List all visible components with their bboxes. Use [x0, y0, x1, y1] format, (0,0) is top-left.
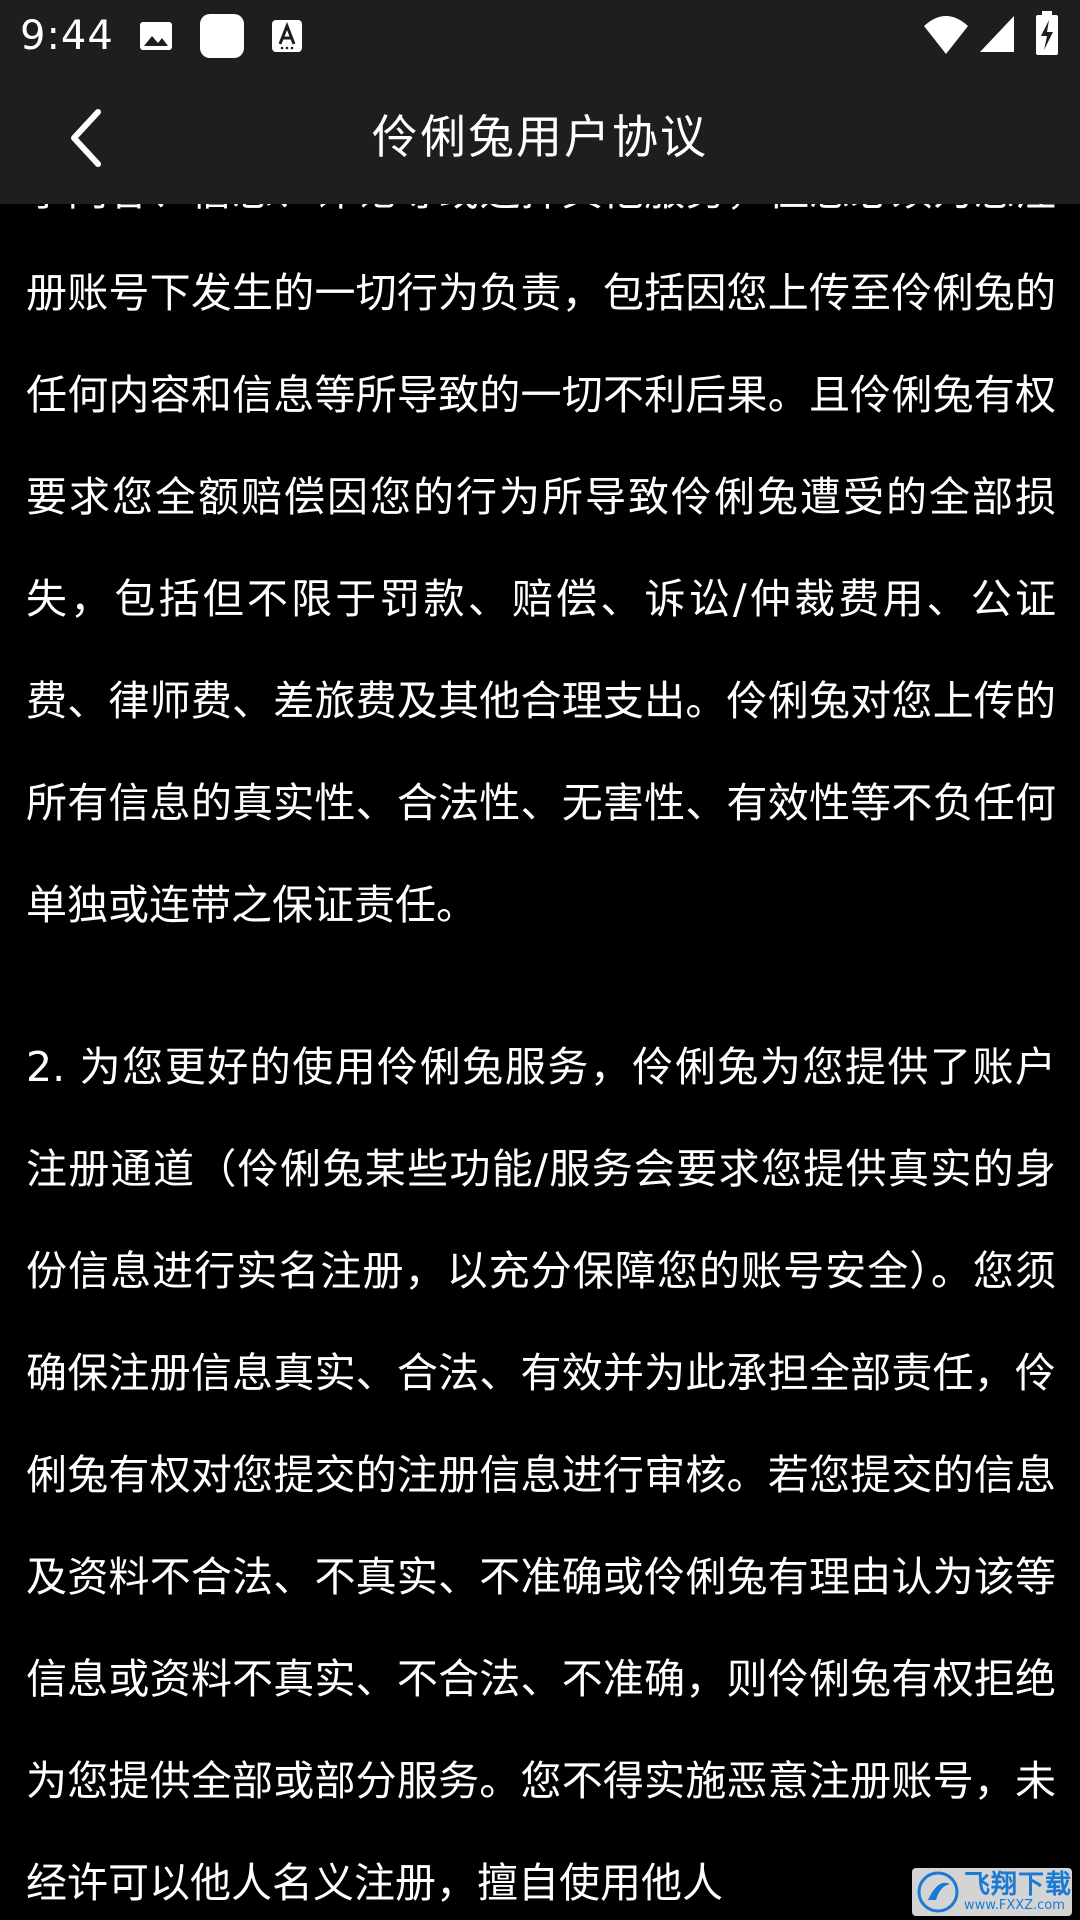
watermark-logo-icon	[917, 1871, 959, 1913]
cell-signal-icon	[980, 16, 1014, 52]
title-bar: 伶俐兔用户协议	[0, 72, 1080, 204]
watermark-text: 飞翔下载	[964, 1870, 1072, 1900]
battery-charging-icon	[1036, 11, 1058, 55]
page-title: 伶俐兔用户协议	[372, 110, 708, 164]
status-time: 9:44	[20, 13, 114, 59]
font-app-notification-icon	[272, 20, 302, 52]
blank-app-notification-icon	[200, 14, 244, 58]
wifi-icon	[924, 16, 968, 54]
agreement-paragraph: 2. 为您更好的使用伶俐兔服务，伶俐兔为您提供了账户注册通道（伶俐兔某些功能/服…	[26, 1043, 1056, 1907]
watermark-url: www.FXXZ.com	[964, 1898, 1065, 1913]
agreement-paragraph: 享内容、信息、评论等或选择其他服务，但您必须为您注册账号下发生的一切行为负责，包…	[26, 204, 1056, 929]
image-notification-icon	[140, 22, 172, 50]
agreement-content[interactable]: 享内容、信息、评论等或选择其他服务，但您必须为您注册账号下发生的一切行为负责，包…	[0, 204, 1080, 1920]
status-bar: 9:44	[0, 0, 1080, 72]
site-watermark: 飞翔下载 www.FXXZ.com	[912, 1868, 1072, 1916]
